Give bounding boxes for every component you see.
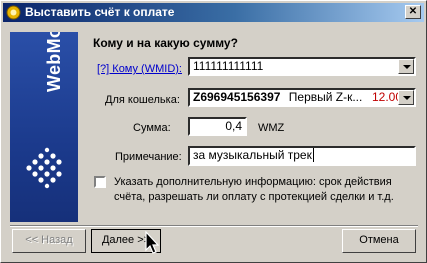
wallet-label: Для кошелька: (105, 94, 180, 106)
brand-name: WebMoney (44, 32, 64, 92)
note-input[interactable]: за музыкальный трек (188, 146, 416, 166)
text-caret (312, 148, 314, 162)
amount-value: 0,4 (225, 119, 242, 133)
mouse-pointer-icon (145, 231, 160, 254)
note-value: за музыкальный трек (193, 148, 312, 162)
window-title: Выставить счёт к оплате (25, 5, 175, 19)
amount-input[interactable]: 0,4 (188, 117, 247, 136)
wmid-combobox[interactable]: 111111111111 (188, 57, 416, 76)
brand-sidebar: WebMoney (10, 32, 78, 222)
webmoney-app-icon (6, 5, 21, 20)
extra-info-label[interactable]: Указать дополнительную информацию: срок … (114, 175, 414, 205)
cancel-button[interactable]: Отмена (342, 229, 416, 253)
close-button[interactable]: ✕ (405, 5, 421, 19)
currency-label: WMZ (258, 122, 285, 134)
note-label: Примечание: (115, 151, 182, 163)
wallet-name: Первый Z-к... (288, 90, 363, 104)
chevron-down-icon[interactable] (398, 90, 414, 105)
form-heading: Кому и на какую сумму? (93, 36, 238, 50)
back-button[interactable]: << Назад (12, 229, 86, 253)
title-bar[interactable]: Выставить счёт к оплате ✕ (3, 3, 424, 22)
amount-label: Сумма: (133, 122, 171, 134)
button-separator (10, 225, 418, 227)
close-icon: ✕ (408, 6, 418, 17)
wmid-value: 111111111111 (193, 59, 264, 73)
extra-info-checkbox[interactable] (94, 176, 106, 188)
invoice-dialog: Выставить счёт к оплате ✕ WebMoney Кому … (0, 0, 427, 263)
webmoney-globe-icon (26, 147, 62, 189)
wallet-select[interactable]: Z696945156397 Первый Z-к... 12.00 (188, 88, 416, 107)
wallet-number: Z696945156397 (193, 90, 281, 104)
wmid-help-link[interactable]: [?] Кому (WMID): (97, 63, 182, 75)
chevron-down-icon[interactable] (398, 59, 414, 74)
